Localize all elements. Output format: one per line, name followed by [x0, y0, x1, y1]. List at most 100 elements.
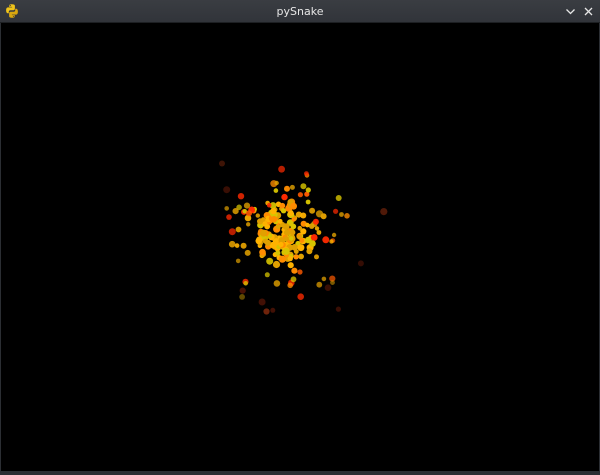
particle: [305, 187, 311, 193]
title-bar[interactable]: pySnake: [0, 0, 600, 23]
particle: [260, 217, 266, 222]
particle: [243, 281, 248, 286]
particle: [264, 272, 270, 278]
particle: [235, 258, 241, 264]
particle: [322, 236, 330, 244]
particle: [232, 208, 239, 215]
particle: [272, 260, 281, 269]
particle: [259, 248, 266, 256]
particle: [291, 217, 297, 222]
particle: [335, 306, 341, 312]
particle: [262, 221, 268, 227]
particle: [304, 236, 312, 244]
particle: [309, 207, 316, 214]
particle: [255, 237, 262, 245]
particle: [277, 218, 283, 224]
particle: [297, 225, 303, 231]
particle: [264, 239, 271, 246]
particle: [266, 257, 274, 265]
particle: [290, 223, 297, 230]
game-canvas[interactable]: [1, 23, 599, 471]
particle: [312, 218, 319, 225]
particle: [291, 267, 298, 274]
particle: [274, 180, 279, 186]
particle: [287, 262, 294, 269]
particle: [228, 240, 236, 248]
particle: [239, 294, 246, 300]
particle: [278, 165, 285, 173]
particle: [287, 282, 294, 289]
particle: [284, 229, 291, 236]
particle: [282, 248, 290, 255]
particle: [357, 260, 364, 267]
particle: [293, 254, 299, 260]
particle: [235, 226, 242, 233]
particle: [287, 256, 293, 262]
particle: [308, 223, 315, 229]
particle: [380, 208, 388, 216]
particle: [330, 280, 335, 285]
window-title: pySnake: [276, 5, 324, 18]
particle: [304, 171, 309, 177]
particle: [289, 184, 295, 190]
particle: [246, 222, 251, 227]
particle: [300, 212, 307, 219]
particle: [289, 236, 294, 241]
particle: [316, 281, 323, 288]
particle: [344, 213, 350, 219]
particle: [283, 236, 289, 242]
particle: [258, 298, 266, 306]
particle: [293, 249, 299, 255]
particle: [305, 199, 311, 205]
particle: [281, 193, 288, 201]
application-window: pySnake: [0, 0, 600, 472]
particle: [329, 239, 334, 244]
particle: [278, 255, 286, 263]
particle: [228, 228, 236, 236]
particle: [273, 188, 279, 193]
particle: [331, 232, 337, 238]
particle: [315, 210, 324, 218]
particle: [314, 254, 319, 260]
particle: [278, 241, 284, 248]
particle: [219, 160, 225, 167]
particle: [297, 269, 303, 275]
particle: [244, 249, 251, 256]
particle: [266, 202, 272, 208]
particle: [279, 202, 286, 209]
chevron-down-icon[interactable]: [563, 4, 578, 19]
particle: [270, 307, 276, 313]
particle: [290, 202, 297, 210]
particle: [288, 210, 294, 217]
close-icon[interactable]: [581, 4, 596, 19]
particle: [223, 186, 231, 194]
particle: [273, 280, 281, 287]
particle: [270, 207, 277, 215]
particle: [289, 229, 296, 236]
particle: [333, 208, 339, 214]
particle: [310, 234, 318, 241]
particle: [284, 185, 290, 192]
particle: [255, 213, 260, 218]
particle: [237, 193, 245, 200]
particle: [324, 284, 332, 292]
particle: [263, 308, 270, 315]
particle: [290, 276, 297, 283]
particle: [226, 214, 232, 220]
particle: [339, 212, 344, 217]
particle: [260, 229, 267, 237]
particle: [321, 276, 327, 282]
particle: [240, 242, 247, 249]
particle: [298, 253, 304, 260]
particle: [297, 192, 303, 198]
particle-burst: [219, 160, 388, 315]
particle: [300, 183, 307, 190]
particle: [297, 293, 305, 301]
particle: [306, 248, 313, 255]
particle: [275, 250, 281, 256]
particle: [224, 206, 229, 211]
particle: [314, 226, 320, 231]
particle: [246, 210, 252, 217]
particle: [316, 230, 322, 235]
particle: [243, 202, 251, 209]
